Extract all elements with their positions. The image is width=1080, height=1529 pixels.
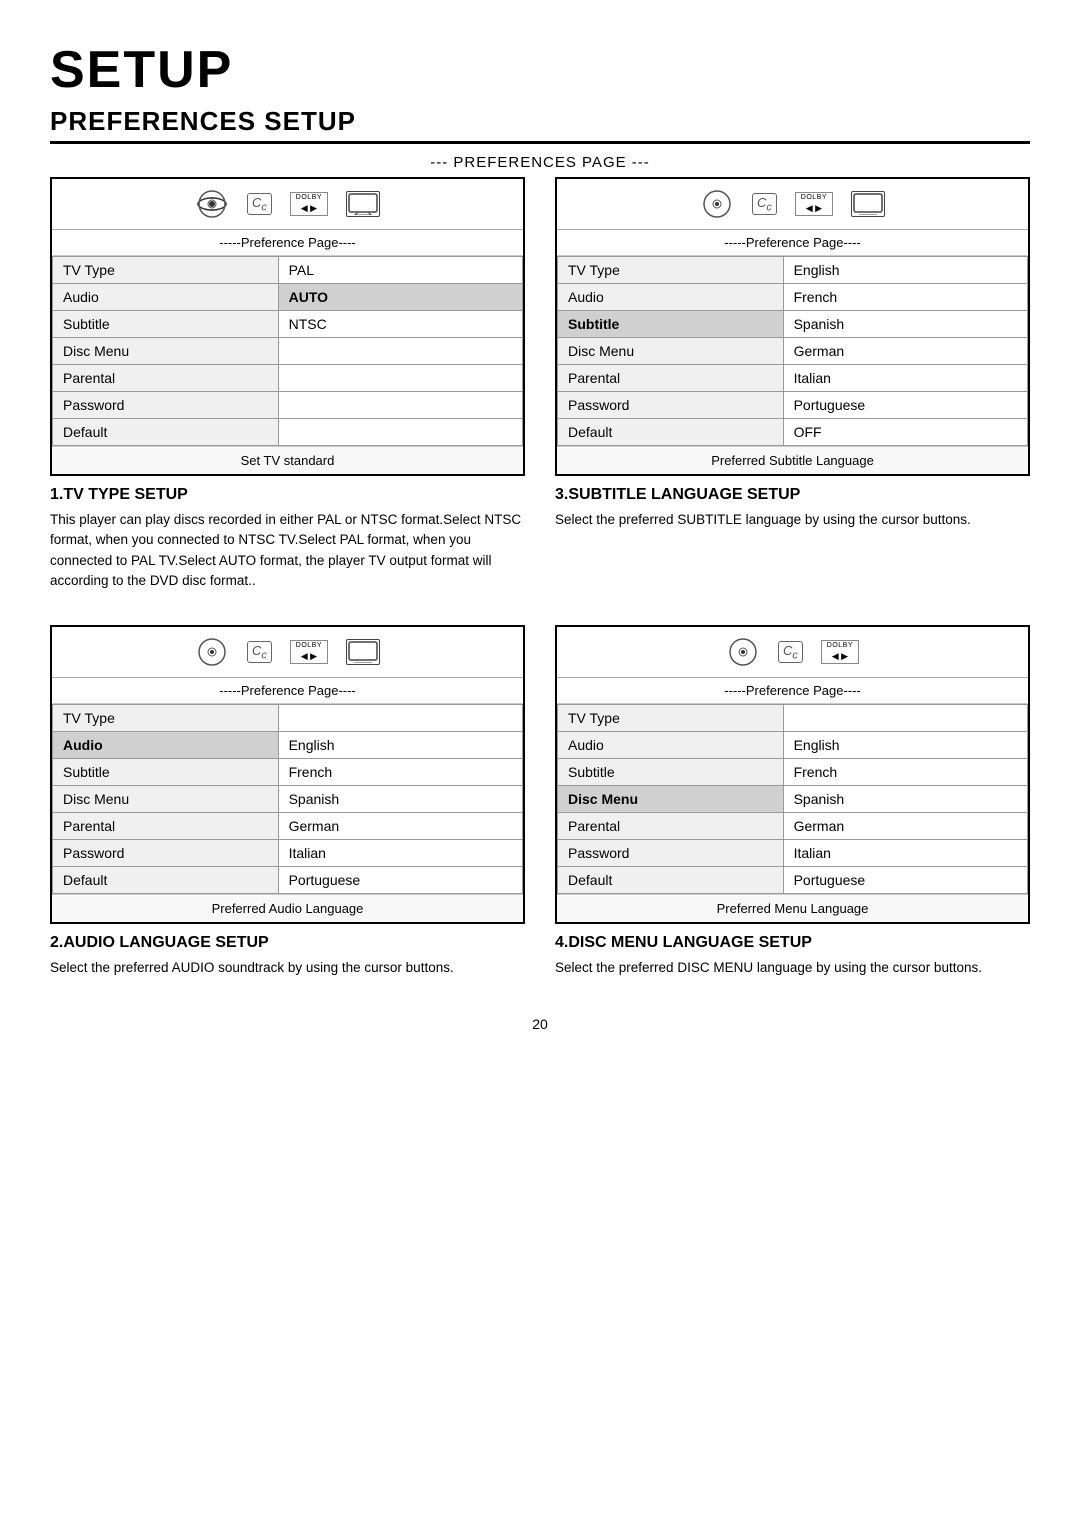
disc-icon-3 — [195, 635, 229, 669]
table-row: TV Type — [558, 705, 1028, 732]
table-row: Audio French — [558, 284, 1028, 311]
dvd-icons-4: Cc DOLBY ◀ ▶ — [557, 627, 1028, 678]
panel3: Cc DOLBY ◀ ▶ -----Preference Page---- TV… — [50, 625, 525, 992]
panel4-footer: Preferred Menu Language — [557, 894, 1028, 922]
table-row: Parental — [53, 365, 523, 392]
table-row: Password Italian — [558, 840, 1028, 867]
table-row: Audio AUTO — [53, 284, 523, 311]
page-number: 20 — [50, 1016, 1030, 1032]
table-row: Default Portuguese — [53, 867, 523, 894]
table-row: TV Type English — [558, 257, 1028, 284]
table-row: Default OFF — [558, 419, 1028, 446]
panel2: Cc DOLBY ◀ ▶ -----Preference Page---- TV… — [555, 177, 1030, 605]
table-row: Subtitle Spanish — [558, 311, 1028, 338]
pref-table-2: TV Type English Audio French Subtitle Sp… — [557, 256, 1028, 446]
section4-title: 4.DISC MENU LANGUAGE SETUP — [555, 934, 1030, 952]
pref-page-label: --- PREFERENCES PAGE --- — [50, 154, 1030, 171]
section4-body: Select the preferred DISC MENU language … — [555, 958, 1030, 978]
pref-page-subtitle-2: -----Preference Page---- — [557, 230, 1028, 256]
dvd-icons-3: Cc DOLBY ◀ ▶ — [52, 627, 523, 678]
table-row: Default Portuguese — [558, 867, 1028, 894]
cc-icon-2: Cc — [752, 193, 777, 216]
section3-body: Select the preferred SUBTITLE language b… — [555, 510, 1030, 530]
section1-body: This player can play discs recorded in e… — [50, 510, 525, 591]
section3-title: 3.SUBTITLE LANGUAGE SETUP — [555, 486, 1030, 504]
table-row: Disc Menu German — [558, 338, 1028, 365]
section2-title: 2.AUDIO LANGUAGE SETUP — [50, 934, 525, 952]
dolby-icon: DOLBY ◀ ▶ — [290, 192, 328, 215]
panel1-footer: Set TV standard — [52, 446, 523, 474]
panel2-footer: Preferred Subtitle Language — [557, 446, 1028, 474]
screen-icon — [346, 191, 380, 217]
dolby-icon-3: DOLBY ◀ ▶ — [290, 640, 328, 663]
screen-icon-2 — [851, 191, 885, 217]
pref-table-1: TV Type PAL Audio AUTO Subtitle NTSC Dis… — [52, 256, 523, 446]
section2-body: Select the preferred AUDIO soundtrack by… — [50, 958, 525, 978]
dvd-icons-2: Cc DOLBY ◀ ▶ — [557, 179, 1028, 230]
table-row: Disc Menu Spanish — [558, 786, 1028, 813]
table-row: Subtitle NTSC — [53, 311, 523, 338]
panel3-footer: Preferred Audio Language — [52, 894, 523, 922]
table-row: TV Type — [53, 705, 523, 732]
disc-icon-2 — [700, 187, 734, 221]
table-row: Parental Italian — [558, 365, 1028, 392]
table-row: TV Type PAL — [53, 257, 523, 284]
pref-page-subtitle-4: -----Preference Page---- — [557, 678, 1028, 704]
screen-icon-3 — [346, 639, 380, 665]
cc-icon-4: Cc — [778, 641, 803, 664]
table-row: Password Italian — [53, 840, 523, 867]
pref-page-subtitle-3: -----Preference Page---- — [52, 678, 523, 704]
table-row: Parental German — [558, 813, 1028, 840]
disc-icon — [195, 187, 229, 221]
table-row: Subtitle French — [558, 759, 1028, 786]
dolby-icon-2: DOLBY ◀ ▶ — [795, 192, 833, 215]
table-row: Subtitle French — [53, 759, 523, 786]
table-row: Audio English — [558, 732, 1028, 759]
cc-icon-3: Cc — [247, 641, 272, 664]
disc-icon-4 — [726, 635, 760, 669]
panel1: Cc DOLBY ◀ ▶ -----Preference Page---- — [50, 177, 525, 605]
table-row: Audio English — [53, 732, 523, 759]
pref-table-3: TV Type Audio English Subtitle French Di… — [52, 704, 523, 894]
cc-icon: Cc — [247, 193, 272, 216]
table-row: Password Portuguese — [558, 392, 1028, 419]
table-row: Disc Menu — [53, 338, 523, 365]
pref-page-subtitle-1: -----Preference Page---- — [52, 230, 523, 256]
table-row: Password — [53, 392, 523, 419]
table-row: Parental German — [53, 813, 523, 840]
dvd-icons-1: Cc DOLBY ◀ ▶ — [52, 179, 523, 230]
table-row: Disc Menu Spanish — [53, 786, 523, 813]
table-row: Default — [53, 419, 523, 446]
page-title: SETUP — [50, 40, 1030, 100]
panel4: Cc DOLBY ◀ ▶ -----Preference Page---- TV… — [555, 625, 1030, 992]
dolby-icon-4: DOLBY ◀ ▶ — [821, 640, 859, 663]
pref-table-4: TV Type Audio English Subtitle French Di… — [557, 704, 1028, 894]
section1-title: 1.TV TYPE SETUP — [50, 486, 525, 504]
section-title: PREFERENCES SETUP — [50, 106, 1030, 144]
